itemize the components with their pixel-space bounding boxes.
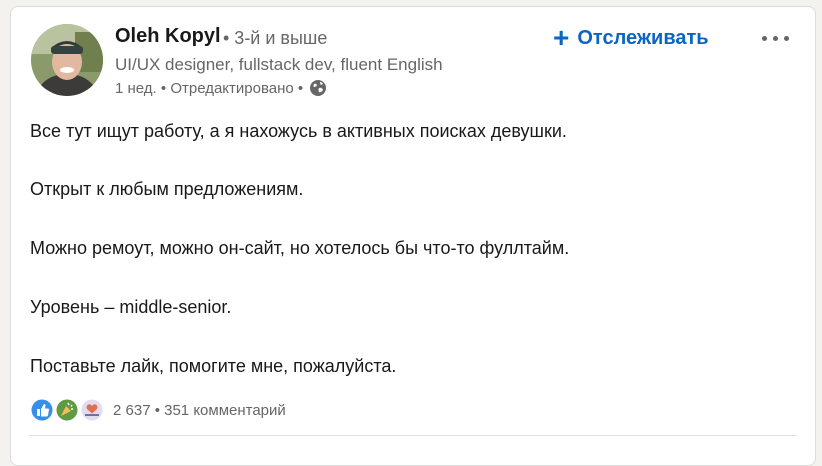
celebrate-icon	[56, 399, 78, 421]
author-name[interactable]: Oleh Kopyl	[115, 25, 221, 48]
divider	[29, 435, 797, 436]
post-line: Уровень – middle-senior.	[30, 297, 232, 317]
like-icon	[31, 399, 53, 421]
ellipsis-icon	[783, 35, 789, 41]
follow-button[interactable]: + Отслеживать	[553, 21, 709, 55]
post-line: Открыт к любым предложениям.	[30, 179, 304, 199]
ellipsis-icon	[761, 35, 767, 41]
post-meta: 1 нед. • Отредактировано •	[115, 79, 327, 97]
globe-icon	[309, 79, 327, 97]
post-line: Можно ремоут, можно он-сайт, но хотелось…	[30, 238, 570, 258]
more-options-button[interactable]	[755, 23, 795, 53]
connection-degree: • 3-й и выше	[223, 28, 328, 48]
author-headline: UI/UX designer, fullstack dev, fluent En…	[115, 55, 443, 74]
post-card: Oleh Kopyl • 3-й и выше UI/UX designer, …	[10, 6, 816, 466]
post-meta-text: 1 нед. • Отредактировано •	[115, 79, 304, 97]
plus-icon: +	[553, 22, 570, 53]
love-icon	[81, 399, 103, 421]
reaction-comment-counts[interactable]: 2 637 • 351 комментарий	[113, 402, 286, 419]
follow-label: Отслеживать	[577, 26, 709, 49]
social-counts[interactable]: 2 637 • 351 комментарий	[31, 398, 286, 422]
post-line: Все тут ищут работу, а я нахожусь в акти…	[30, 121, 567, 141]
post-line: Поставьте лайк, помогите мне, пожалуйста…	[30, 356, 397, 376]
ellipsis-icon	[772, 35, 778, 41]
author-avatar[interactable]	[31, 24, 103, 96]
